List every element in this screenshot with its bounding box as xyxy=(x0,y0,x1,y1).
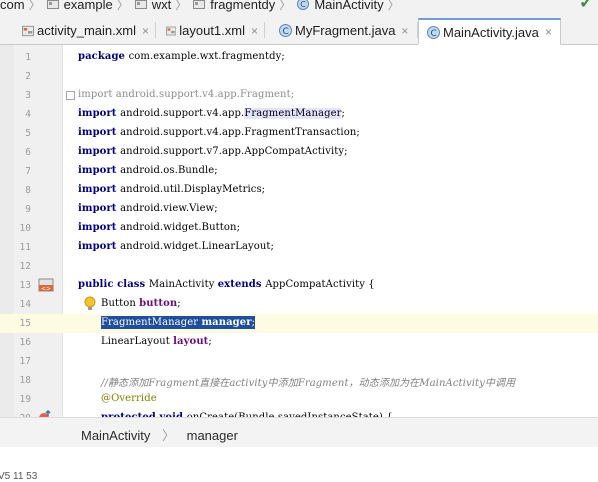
code-text[interactable]: import android.os.Bundle; xyxy=(78,165,218,176)
line-number: 1 xyxy=(25,52,31,63)
package-icon xyxy=(193,0,206,9)
status-area: V5 11 53 xyxy=(0,447,598,482)
line-number: 13 xyxy=(19,280,31,291)
tab-mainactivity-java[interactable]: C MainActivity.java × xyxy=(418,18,561,45)
code-line[interactable]: 2 xyxy=(0,67,598,86)
line-number: 2 xyxy=(25,71,31,82)
code-text[interactable]: import android.widget.Button; xyxy=(78,222,240,233)
chevron-right-icon: 〉 xyxy=(116,0,129,12)
close-icon[interactable]: × xyxy=(401,24,408,38)
navigation-breadcrumb: com 〉 example 〉 wxt 〉 fragmentdy 〉 C Mai… xyxy=(0,0,598,12)
package-icon xyxy=(46,0,59,9)
breadcrumb-item-mainactivity[interactable]: C MainActivity xyxy=(297,0,384,12)
structure-breadcrumb: MainActivity 〉 manager xyxy=(0,417,598,448)
line-number: 19 xyxy=(19,394,31,405)
package-icon xyxy=(134,0,147,9)
line-number: 16 xyxy=(19,337,31,348)
override-gutter-icon[interactable] xyxy=(38,410,52,417)
breadcrumb-item-example[interactable]: example xyxy=(46,0,113,12)
code-line[interactable]: 10 import android.widget.Button; xyxy=(0,219,598,238)
line-number: 7 xyxy=(25,166,31,177)
navbar-item-class[interactable]: MainActivity xyxy=(81,428,150,443)
java-class-icon: C xyxy=(279,24,292,37)
chevron-right-icon: 〉 xyxy=(279,0,292,12)
code-text-selected[interactable]: FragmentManager manager; xyxy=(101,316,256,329)
tab-layout1-xml[interactable]: layout1.xml × xyxy=(156,18,265,43)
chevron-right-icon: 〉 xyxy=(175,0,188,12)
code-line[interactable]: 9 import android.view.View; xyxy=(0,200,598,219)
line-number: 6 xyxy=(25,147,31,158)
navbar-item-field[interactable]: manager xyxy=(187,428,238,443)
svg-text:C: C xyxy=(301,0,307,9)
code-line-current[interactable]: 15 FragmentManager manager; xyxy=(0,314,598,333)
code-text[interactable]: import android.util.DisplayMetrics; xyxy=(78,184,265,195)
line-number: 8 xyxy=(25,185,31,196)
tab-myfragment-java[interactable]: C MyFragment.java × xyxy=(265,18,418,43)
chevron-right-icon: 〉 xyxy=(161,428,175,443)
line-number: 9 xyxy=(25,204,31,215)
breadcrumb-item-fragmentdy[interactable]: fragmentdy xyxy=(193,0,275,12)
tab-activity-main-xml[interactable]: activity_main.xml × xyxy=(0,18,156,43)
code-line[interactable]: 16 LinearLayout layout; xyxy=(0,333,598,352)
code-text[interactable]: LinearLayout layout; xyxy=(101,336,212,347)
line-number: 18 xyxy=(19,375,31,386)
code-line[interactable]: 8 import android.util.DisplayMetrics; xyxy=(0,181,598,200)
code-line[interactable]: 4 import android.support.v4.app.Fragment… xyxy=(0,105,598,124)
code-line[interactable]: 7 import android.os.Bundle; xyxy=(0,162,598,181)
fold-toggle-icon[interactable] xyxy=(66,91,75,100)
code-line[interactable]: 18 //静态添加Fragment直接在activity中添加Fragment，… xyxy=(0,371,598,390)
chevron-right-icon: 〉 xyxy=(28,0,41,12)
checkmark-icon[interactable]: ✓ xyxy=(579,0,594,12)
line-number: 5 xyxy=(25,128,31,139)
xml-layout-icon xyxy=(166,26,177,35)
code-text[interactable]: import android.support.v7.app.AppCompatA… xyxy=(78,146,348,157)
close-icon[interactable]: × xyxy=(251,24,258,38)
line-number: 15 xyxy=(19,318,31,329)
editor-tab-bar: activity_main.xml × layout1.xml × C MyFr… xyxy=(0,12,598,45)
code-line[interactable]: 1 package com.example.wxt.fragmentdy; xyxy=(0,48,598,67)
code-comment[interactable]: //静态添加Fragment直接在activity中添加Fragment，动态添… xyxy=(101,374,515,389)
code-text[interactable]: import android.support.v4.app.FragmentTr… xyxy=(78,127,360,138)
svg-text:C: C xyxy=(283,27,289,37)
svg-text:C: C xyxy=(431,29,437,39)
code-line[interactable]: 17 xyxy=(0,352,598,371)
line-number: 17 xyxy=(19,356,31,367)
xml-layout-icon xyxy=(22,25,35,36)
code-text[interactable]: import android.support.v4.app.FragmentMa… xyxy=(78,108,345,119)
close-icon[interactable]: × xyxy=(142,24,149,38)
svg-text:<>: <> xyxy=(41,286,51,293)
code-text[interactable]: public class MainActivity extends AppCom… xyxy=(78,279,375,290)
code-line[interactable]: 3 import android.support.v4.app.Fragment… xyxy=(0,86,598,105)
code-text[interactable]: import android.support.v4.app.Fragment; xyxy=(78,89,294,100)
line-number: 12 xyxy=(19,261,31,272)
chevron-right-icon: 〉 xyxy=(387,0,400,12)
line-number: 3 xyxy=(25,90,31,101)
close-icon[interactable]: × xyxy=(545,25,552,39)
code-line[interactable]: 13 <> public class MainActivity extends … xyxy=(0,276,598,295)
code-editor[interactable]: 1 package com.example.wxt.fragmentdy; 2 … xyxy=(0,45,598,417)
code-line[interactable]: 6 import android.support.v7.app.AppCompa… xyxy=(0,143,598,162)
code-text[interactable]: package com.example.wxt.fragmentdy; xyxy=(78,51,285,62)
code-line[interactable]: 19 @Override xyxy=(0,390,598,409)
code-line[interactable]: 12 xyxy=(0,257,598,276)
line-number: 10 xyxy=(19,223,31,234)
java-class-icon: C xyxy=(297,0,310,10)
code-line[interactable]: 14 Button button; xyxy=(0,295,598,314)
code-annotation[interactable]: @Override xyxy=(101,393,157,404)
line-number: 14 xyxy=(19,299,31,310)
code-text[interactable]: Button button; xyxy=(101,298,181,309)
layout-resource-gutter-icon[interactable]: <> xyxy=(38,277,54,293)
code-line[interactable]: 11 import android.widget.LinearLayout; xyxy=(0,238,598,257)
lightbulb-icon[interactable] xyxy=(84,296,96,312)
code-text[interactable]: import android.view.View; xyxy=(78,203,218,214)
code-line[interactable]: 5 import android.support.v4.app.Fragment… xyxy=(0,124,598,143)
code-text[interactable]: import android.widget.LinearLayout; xyxy=(78,241,274,252)
line-number: 11 xyxy=(19,242,31,253)
breadcrumb-item-com[interactable]: com xyxy=(0,0,25,12)
line-number: 4 xyxy=(25,109,31,120)
java-class-icon: C xyxy=(427,25,440,39)
breadcrumb-item-wxt[interactable]: wxt xyxy=(134,0,171,12)
code-line[interactable]: 20 protected void onCreate(Bundle savedI… xyxy=(0,409,598,417)
